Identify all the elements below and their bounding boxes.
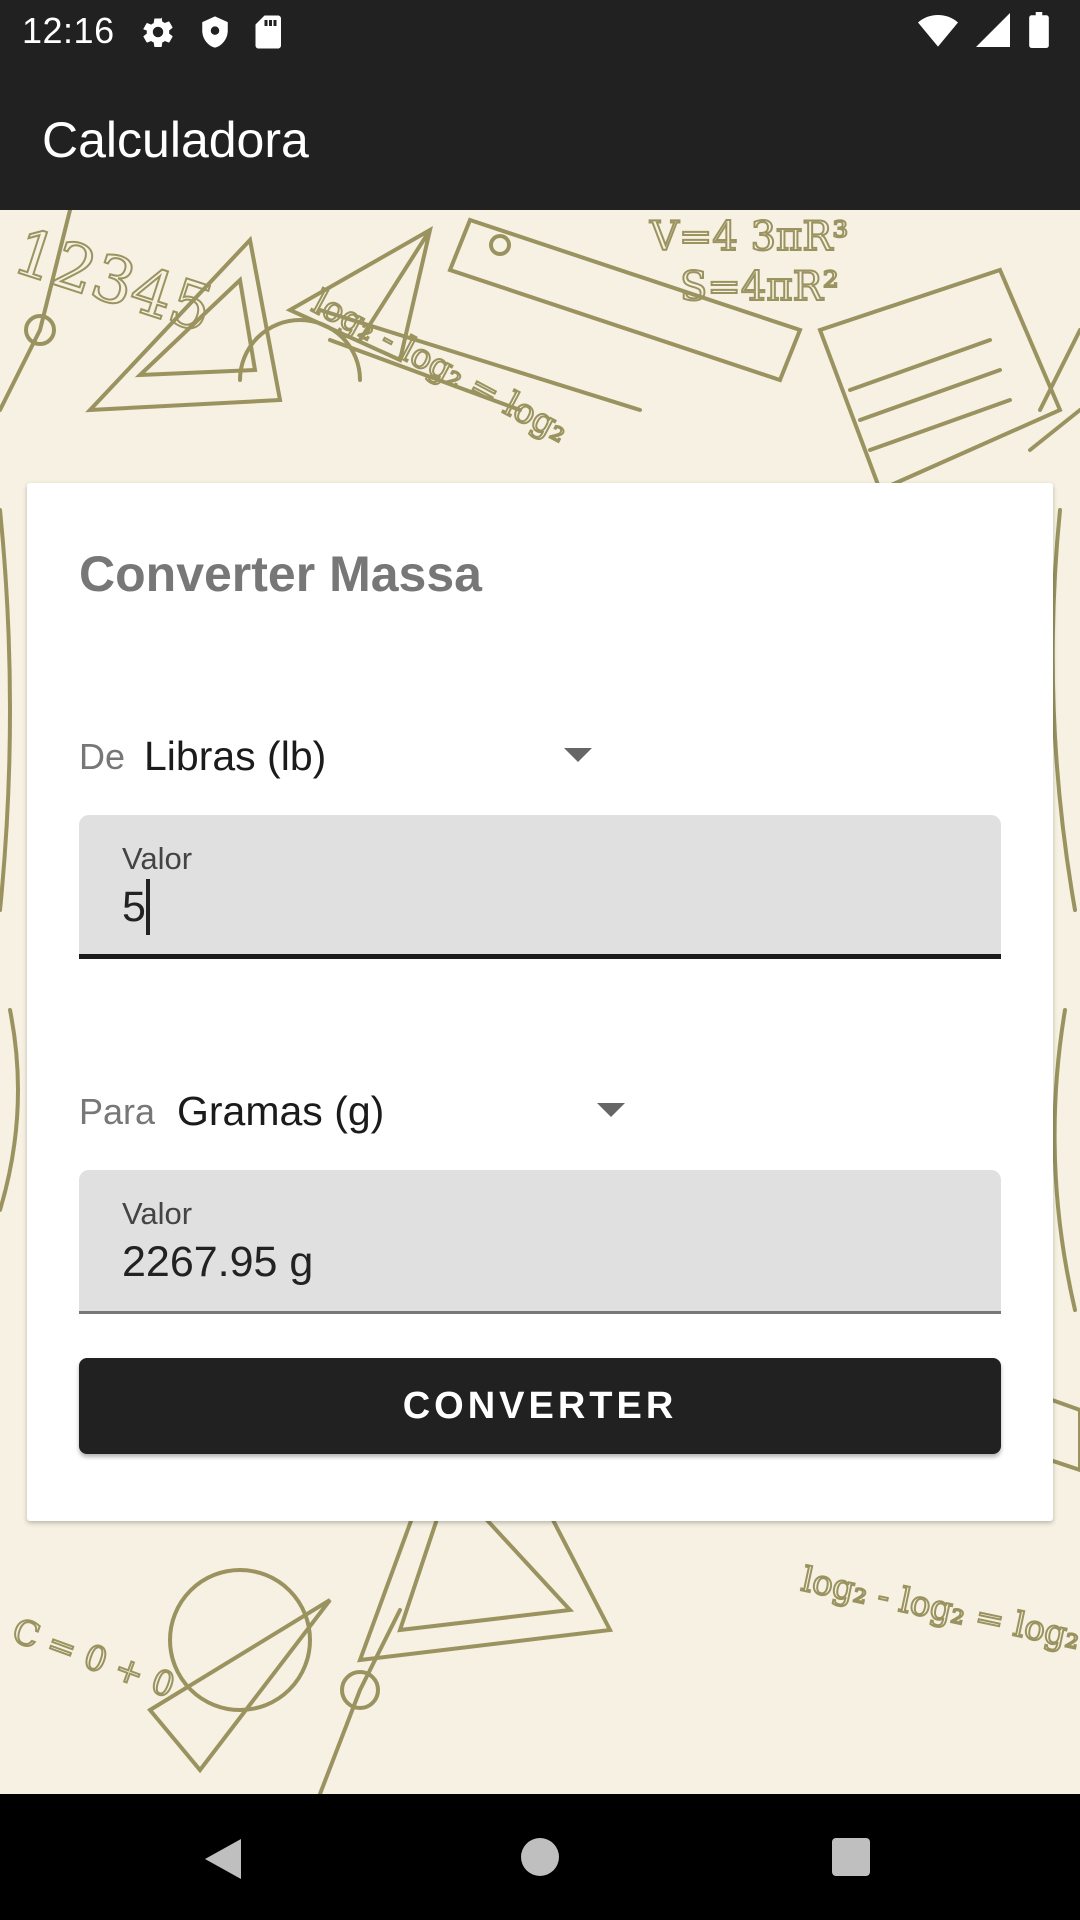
wifi-icon	[918, 13, 958, 52]
home-icon[interactable]	[521, 1838, 559, 1876]
status-time: 12:16	[22, 10, 115, 51]
app-title: Calculadora	[42, 112, 309, 168]
from-unit-value: Libras (lb)	[144, 732, 327, 779]
svg-text:log₂ - log₂ = log₂: log₂ - log₂ = log₂	[798, 1560, 1080, 1658]
to-unit-value: Gramas (g)	[177, 1087, 385, 1134]
gear-icon	[140, 14, 176, 55]
converter-button[interactable]: CONVERTER	[79, 1358, 1001, 1454]
signal-icon	[976, 13, 1010, 52]
dropdown-arrow-icon	[564, 748, 592, 762]
from-value-label: Valor	[122, 841, 193, 876]
field-underline	[79, 954, 1001, 959]
from-unit-spinner[interactable]: Libras (lb)	[144, 728, 604, 784]
shield-icon	[198, 14, 232, 55]
svg-text:C = 0 + 0: C = 0 + 0	[7, 1611, 180, 1707]
from-label: De	[79, 736, 126, 777]
status-bar: 12:16	[0, 0, 1080, 63]
to-value-input[interactable]	[122, 1238, 942, 1287]
navigation-bar	[0, 1794, 1080, 1920]
card-title: Converter Massa	[79, 546, 482, 602]
battery-icon	[1028, 12, 1050, 53]
field-underline	[79, 1311, 1001, 1314]
to-unit-spinner[interactable]: Gramas (g)	[177, 1083, 637, 1139]
svg-text:log₂ - log₂ = log₂: log₂ - log₂ = log₂	[306, 283, 575, 451]
back-icon[interactable]	[203, 1837, 243, 1886]
to-value-label: Valor	[122, 1196, 193, 1231]
text-cursor	[146, 879, 150, 935]
converter-card: Converter Massa De Libras (lb) Valor Par…	[27, 483, 1053, 1521]
recents-icon[interactable]	[832, 1838, 870, 1876]
sd-card-icon	[254, 14, 284, 55]
to-value-field[interactable]: Valor	[79, 1170, 1001, 1314]
from-value-input[interactable]	[122, 883, 942, 932]
from-value-field[interactable]: Valor	[79, 815, 1001, 959]
app-bar: Calculadora	[0, 63, 1080, 210]
svg-text:V=4 3πR³: V=4 3πR³	[649, 214, 848, 260]
to-label: Para	[79, 1091, 156, 1132]
dropdown-arrow-icon	[597, 1103, 625, 1117]
svg-text:S=4πR²: S=4πR²	[680, 264, 839, 310]
